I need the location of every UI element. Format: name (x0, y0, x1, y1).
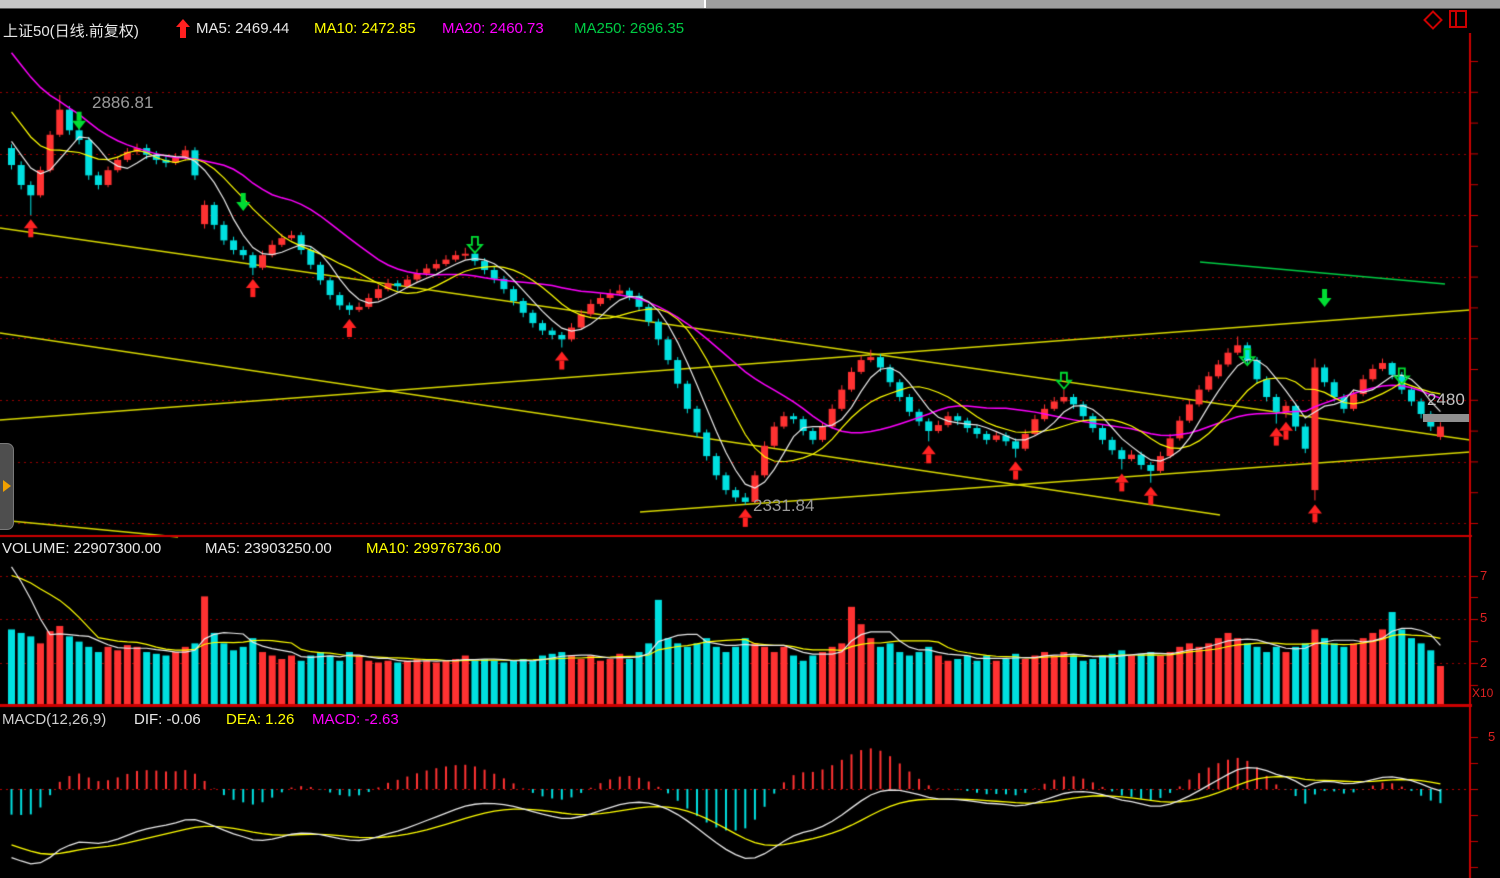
volume-axis-tick-7: 7 (1480, 568, 1487, 583)
top-scrollbar[interactable] (0, 0, 1500, 9)
macd-title: MACD(12,26,9) (2, 711, 106, 728)
volume-ma10-label: MA10: 29976736.00 (366, 540, 501, 557)
volume-axis-tick-2: 2 (1480, 655, 1487, 670)
volume-ma5-label: MA5: 23903250.00 (205, 540, 332, 557)
legend-ma10: MA10: 2472.85 (314, 20, 416, 37)
legend-ma5: MA5: 2469.44 (196, 20, 289, 37)
split-window-divider (1455, 12, 1457, 26)
high-price-annotation: 2886.81 (92, 93, 153, 113)
low-price-annotation: 2331.84 (753, 496, 814, 516)
split-window-icon[interactable] (1449, 10, 1467, 28)
app-window: 上证50(日线.前复权) MA5: 2469.44 MA10: 2472.85 … (0, 0, 1500, 878)
sidebar-flyout-tab[interactable] (0, 443, 14, 530)
chart-canvas[interactable] (0, 0, 1500, 878)
macd-dea-label: DEA: 1.26 (226, 711, 294, 728)
macd-axis-tick-5: 5 (1488, 729, 1495, 744)
macd-dif-label: DIF: -0.06 (134, 711, 201, 728)
volume-axis-unit: X10 (1472, 686, 1493, 700)
volume-axis-tick-5: 5 (1480, 610, 1487, 625)
up-arrow-icon (176, 19, 190, 43)
last-price-marker (1423, 414, 1469, 422)
symbol-title: 上证50(日线.前复权) (3, 20, 139, 41)
top-scrollbar-thumb[interactable] (0, 0, 706, 8)
title-bar: 上证50(日线.前复权) MA5: 2469.44 MA10: 2472.85 … (0, 9, 1500, 33)
legend-ma20: MA20: 2460.73 (442, 20, 544, 37)
volume-value-label: VOLUME: 22907300.00 (2, 540, 161, 557)
macd-value-label: MACD: -2.63 (312, 711, 399, 728)
last-price-label: 2480 (1427, 390, 1465, 410)
flyout-expand-icon (3, 480, 11, 492)
legend-ma250: MA250: 2696.35 (574, 20, 684, 37)
